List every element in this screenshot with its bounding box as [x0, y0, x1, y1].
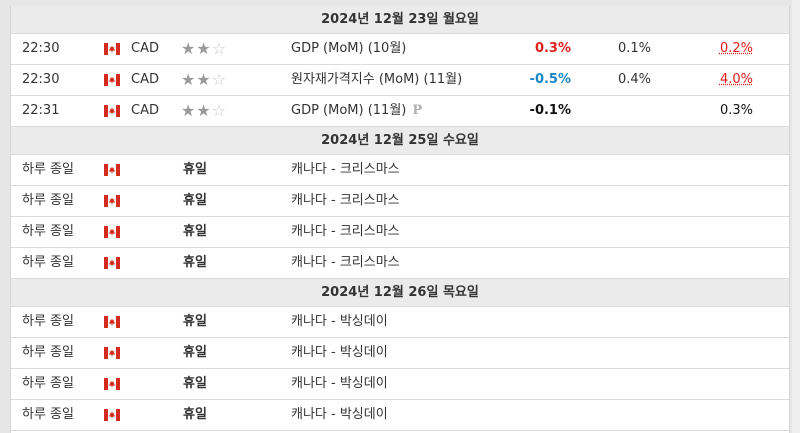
star-outline-icon: ☆ [211, 39, 228, 58]
canada-flag-icon [104, 378, 120, 390]
holiday-name: 캐나다 - 크리스마스 [291, 193, 400, 208]
event-time: 하루 종일 [22, 255, 74, 270]
scrollbar[interactable] [792, 0, 800, 433]
holiday-label: 휴일 [183, 224, 207, 239]
holiday-row[interactable]: 하루 종일 휴일 캐나다 - 박싱데이 [11, 307, 789, 338]
importance-rating: ★★☆ [181, 34, 227, 64]
star-outline-icon: ☆ [211, 70, 228, 89]
star-outline-icon: ☆ [211, 101, 228, 120]
event-time: 하루 종일 [22, 193, 74, 208]
holiday-name: 캐나다 - 박싱데이 [291, 407, 388, 422]
event-time: 22:30 [22, 41, 60, 56]
holiday-row[interactable]: 하루 종일 휴일 캐나다 - 크리스마스 [11, 248, 789, 279]
event-name-link[interactable]: GDP (MoM) (11월) P [291, 96, 422, 126]
holiday-label: 휴일 [183, 255, 207, 270]
previous-value: 4.0% [719, 72, 753, 87]
holiday-name: 캐나다 - 박싱데이 [291, 376, 388, 391]
holiday-row[interactable]: 하루 종일 휴일 캐나다 - 박싱데이 [11, 369, 789, 400]
star-icon: ★ [181, 39, 197, 58]
holiday-label: 휴일 [183, 162, 207, 177]
event-name-link[interactable]: GDP (MoM) (10월) [291, 34, 406, 64]
holiday-row[interactable]: 하루 종일 휴일 캐나다 - 크리스마스 [11, 155, 789, 186]
date-header: 2024년 12월 25일 수요일 [11, 127, 789, 155]
forecast-value: 0.1% [617, 41, 651, 56]
currency-code: CAD [131, 72, 159, 87]
event-name-link[interactable]: 원자재가격지수 (MoM) (11월) [291, 65, 462, 95]
canada-flag-icon [104, 74, 120, 86]
event-row[interactable]: 22:30 CAD ★★☆ 원자재가격지수 (MoM) (11월) -0.5% … [11, 65, 789, 96]
holiday-row[interactable]: 하루 종일 휴일 캐나다 - 크리스마스 [11, 186, 789, 217]
event-row[interactable]: 22:30 CAD ★★☆ GDP (MoM) (10월) 0.3% 0.1% … [11, 34, 789, 65]
event-time: 하루 종일 [22, 376, 74, 391]
star-icon: ★ [181, 70, 197, 89]
star-icon: ★ [196, 70, 212, 89]
holiday-label: 휴일 [183, 345, 207, 360]
holiday-name: 캐나다 - 크리스마스 [291, 255, 400, 270]
event-row[interactable]: 22:31 CAD ★★☆ GDP (MoM) (11월) P -0.1% 0.3… [11, 96, 789, 127]
date-header: 2024년 12월 26일 목요일 [11, 279, 789, 307]
event-time: 22:30 [22, 72, 60, 87]
economic-calendar-table: 2024년 12월 23일 월요일 22:30 CAD ★★☆ GDP (MoM… [10, 6, 790, 433]
holiday-name: 캐나다 - 박싱데이 [291, 314, 388, 329]
actual-value: -0.1% [529, 103, 571, 118]
canada-flag-icon [104, 195, 120, 207]
event-time: 하루 종일 [22, 407, 74, 422]
holiday-name: 캐나다 - 크리스마스 [291, 162, 400, 177]
actual-value: 0.3% [534, 41, 571, 56]
event-name: GDP (MoM) (11월) [291, 103, 407, 118]
date-header: 2024년 12월 23일 월요일 [11, 6, 789, 34]
holiday-row[interactable]: 하루 종일 휴일 캐나다 - 박싱데이 [11, 400, 789, 431]
canada-flag-icon [104, 164, 120, 176]
forecast-value: 0.4% [617, 72, 651, 87]
holiday-label: 휴일 [183, 376, 207, 391]
canada-flag-icon [104, 257, 120, 269]
star-icon: ★ [181, 101, 197, 120]
canada-flag-icon [104, 43, 120, 55]
holiday-name: 캐나다 - 박싱데이 [291, 345, 388, 360]
canada-flag-icon [104, 347, 120, 359]
holiday-row[interactable]: 하루 종일 휴일 캐나다 - 크리스마스 [11, 217, 789, 248]
preliminary-release-icon: P [412, 103, 423, 118]
star-icon: ★ [196, 39, 212, 58]
event-time: 22:31 [22, 103, 60, 118]
previous-value: 0.3% [719, 103, 753, 118]
holiday-name: 캐나다 - 크리스마스 [291, 224, 400, 239]
holiday-row[interactable]: 하루 종일 휴일 캐나다 - 박싱데이 [11, 338, 789, 369]
actual-value: -0.5% [529, 72, 571, 87]
canada-flag-icon [104, 409, 120, 421]
previous-value: 0.2% [719, 41, 753, 56]
canada-flag-icon [104, 226, 120, 238]
currency-code: CAD [131, 41, 159, 56]
importance-rating: ★★☆ [181, 65, 227, 95]
importance-rating: ★★☆ [181, 96, 227, 126]
canada-flag-icon [104, 105, 120, 117]
event-time: 하루 종일 [22, 224, 74, 239]
currency-code: CAD [131, 103, 159, 118]
event-time: 하루 종일 [22, 345, 74, 360]
holiday-label: 휴일 [183, 314, 207, 329]
star-icon: ★ [196, 101, 212, 120]
holiday-label: 휴일 [183, 193, 207, 208]
event-time: 하루 종일 [22, 162, 74, 177]
holiday-label: 휴일 [183, 407, 207, 422]
event-time: 하루 종일 [22, 314, 74, 329]
canada-flag-icon [104, 316, 120, 328]
